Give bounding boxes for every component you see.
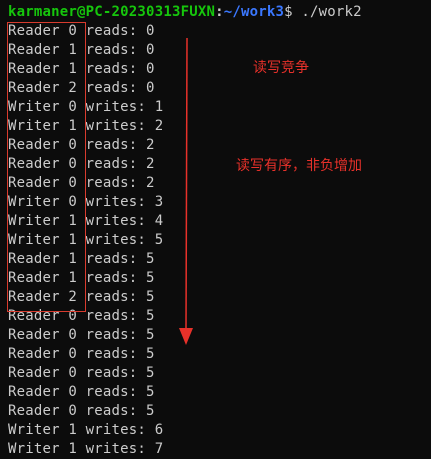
output-line: Reader 2 reads: 5 [8,289,155,305]
prompt-user-host: karmaner@PC-20230313FUXN [8,4,216,20]
output-line: Reader 0 reads: 5 [8,308,155,324]
terminal-window[interactable]: karmaner@PC-20230313FUXN:~/work3$ ./work… [0,0,431,459]
prompt-dollar: $ [284,4,293,20]
order-annotation: 读写有序，非负增加 [236,158,362,174]
down-arrow-icon [179,37,193,345]
output-line: Reader 1 reads: 0 [8,61,155,77]
output-line: Reader 1 reads: 5 [8,270,155,286]
prompt-separator: : [215,4,224,20]
output-line: Reader 1 reads: 0 [8,42,155,58]
output-line: Writer 1 writes: 2 [8,118,164,134]
arrow-head [179,328,193,345]
output-line: Writer 1 writes: 4 [8,213,164,229]
output-line: Writer 1 writes: 6 [8,422,164,438]
output-line: Reader 0 reads: 5 [8,327,155,343]
output-line: Reader 0 reads: 2 [8,156,155,172]
output-line: Reader 2 reads: 0 [8,80,155,96]
output-line: Reader 0 reads: 2 [8,137,155,153]
output-line: Writer 0 writes: 3 [8,194,164,210]
prompt-path: ~/work3 [223,4,285,20]
output-line: Writer 0 writes: 1 [8,99,164,115]
output-line: Reader 0 reads: 5 [8,384,155,400]
output-line: Reader 1 reads: 5 [8,251,155,267]
output-line: Reader 0 reads: 2 [8,175,155,191]
output-line: Reader 0 reads: 5 [8,346,155,362]
output-line: Reader 0 reads: 5 [8,365,155,381]
output-line: Reader 0 reads: 0 [8,23,155,39]
output-line: Reader 0 reads: 5 [8,403,155,419]
output-line: Writer 1 writes: 7 [8,441,164,457]
arrow-shaft [185,37,188,331]
race-annotation: 读写竞争 [253,60,309,76]
output-line: Writer 1 writes: 5 [8,232,164,248]
prompt-command: ./work2 [292,4,362,20]
shell-prompt-line: karmaner@PC-20230313FUXN:~/work3$ ./work… [8,3,362,22]
